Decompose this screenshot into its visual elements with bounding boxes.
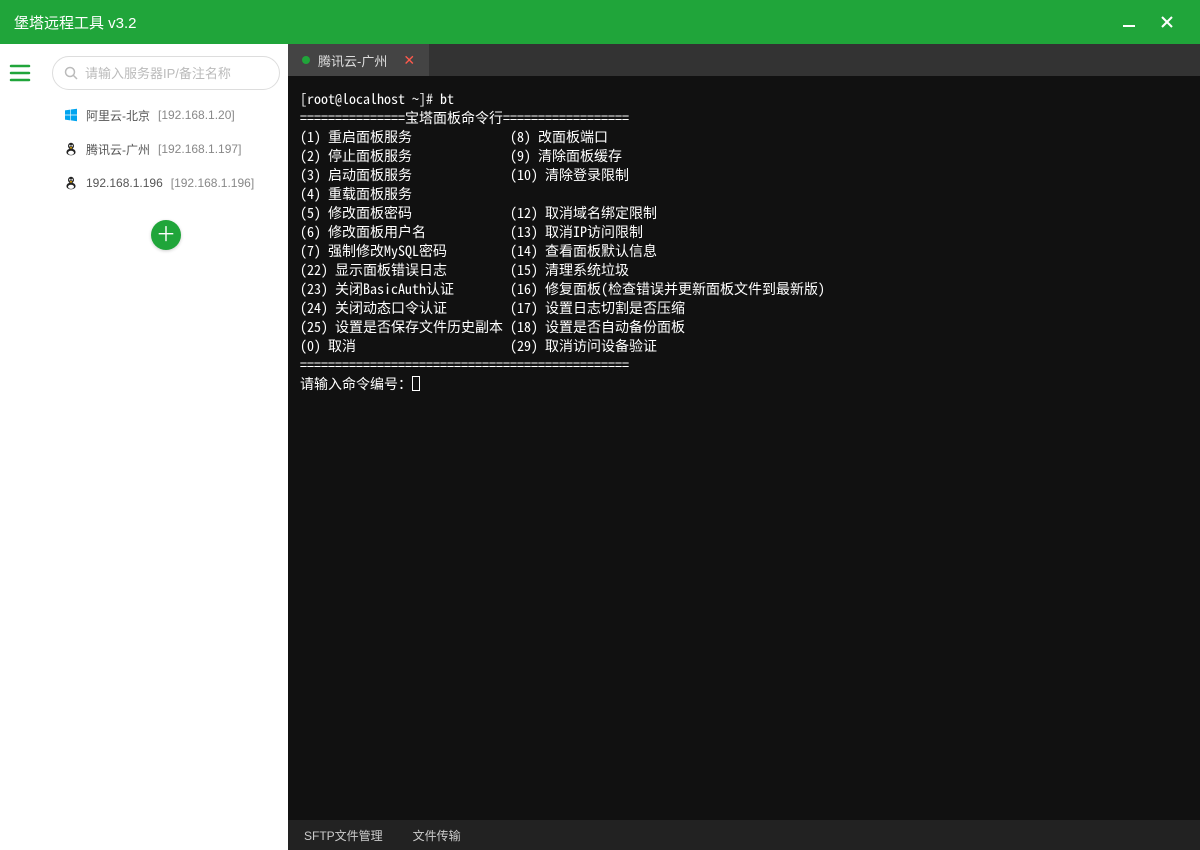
windows-icon [64,108,78,122]
tab-bar: 腾讯云-广州 ✕ [288,44,1200,76]
app-title: 堡塔远程工具 v3.2 [14,12,137,33]
server-name: 腾讯云-广州 [86,141,150,158]
tab-label: 腾讯云-广州 [318,51,387,70]
content: 腾讯云-广州 ✕ [root@localhost ~]# bt ========… [288,44,1200,850]
status-dot-icon [302,56,310,64]
server-ip: [192.168.1.20] [158,108,235,122]
add-server-button[interactable]: ＋ [151,220,181,250]
minimize-button[interactable] [1110,0,1148,44]
sidebar: 阿里云-北京 [192.168.1.20]腾讯云-广州 [192.168.1.1… [44,44,288,850]
footer-bar: SFTP文件管理 文件传输 [288,820,1200,850]
server-item[interactable]: 阿里云-北京 [192.168.1.20] [52,98,280,132]
titlebar: 堡塔远程工具 v3.2 [0,0,1200,44]
close-button[interactable] [1148,0,1186,44]
terminal[interactable]: [root@localhost ~]# bt ===============宝塔… [288,76,1200,820]
search-input[interactable] [52,56,280,90]
left-rail [0,44,44,850]
linux-icon [64,142,78,156]
server-ip: [192.168.1.197] [158,142,241,156]
server-name: 192.168.1.196 [86,176,163,190]
menu-icon[interactable] [9,60,35,86]
server-name: 阿里云-北京 [86,107,150,124]
footer-transfer[interactable]: 文件传输 [413,827,461,844]
server-item[interactable]: 腾讯云-广州 [192.168.1.197] [52,132,280,166]
close-tab-icon[interactable]: ✕ [399,52,415,69]
terminal-cursor [412,376,420,391]
search-icon [64,66,78,80]
linux-icon [64,176,78,190]
server-item[interactable]: 192.168.1.196 [192.168.1.196] [52,166,280,200]
tab-active[interactable]: 腾讯云-广州 ✕ [288,44,430,76]
server-list: 阿里云-北京 [192.168.1.20]腾讯云-广州 [192.168.1.1… [52,98,280,200]
server-ip: [192.168.1.196] [171,176,254,190]
footer-sftp[interactable]: SFTP文件管理 [304,827,383,844]
